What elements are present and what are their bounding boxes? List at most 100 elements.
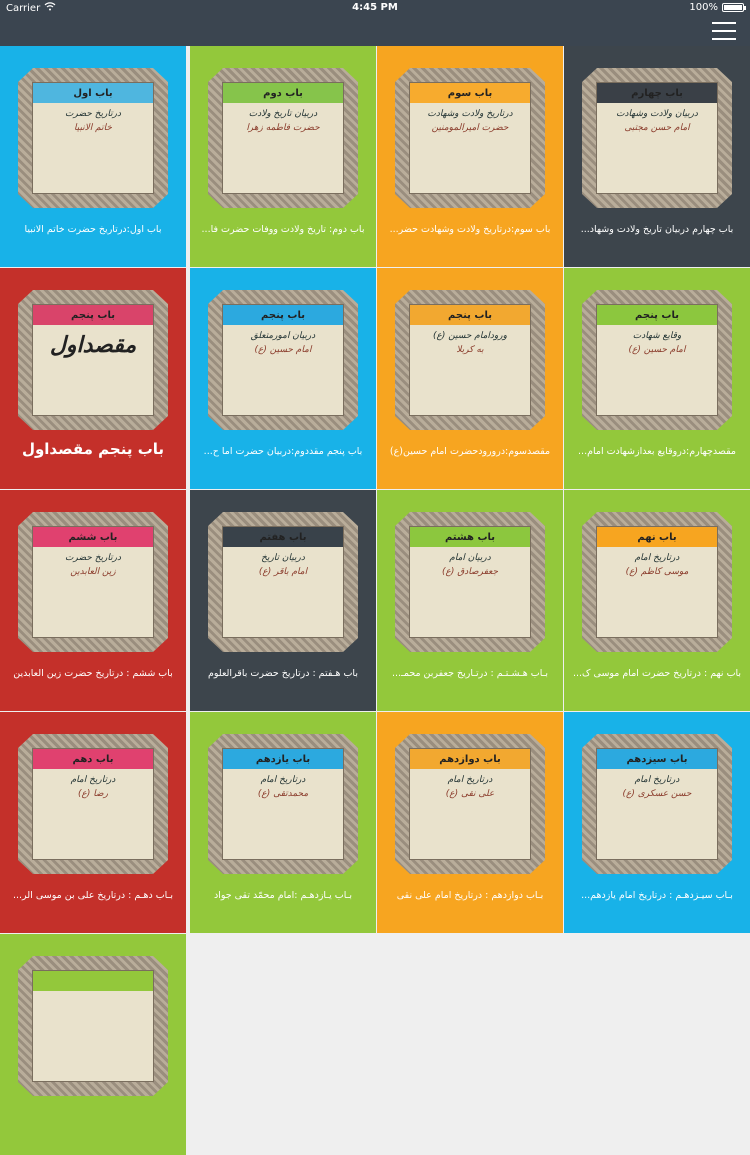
- chapter-caption: باب نهم : درتاریخ حضرت امام موسی ک...: [572, 668, 742, 679]
- chapter-line-1: درتاریخ امام: [70, 775, 116, 785]
- chapter-tile[interactable]: باب سیزدهم درتاریخ امام حسن عسکری (ع) بـاب …: [564, 712, 750, 933]
- frame-card: باب هفتم دربیان تاریخ امام باقر (ع): [222, 526, 344, 638]
- frame-card: باب پنجم وقایع شهادت امام حسین (ع): [596, 304, 718, 416]
- chapter-caption: باب هـفتم : درتاریخ حضرت باقرالعلوم: [208, 668, 358, 679]
- chapter-line-2: علی نقی (ع): [445, 789, 495, 799]
- chapter-tile[interactable]: باب ششم درتاریخ حضرت زین العابدین باب ششم :…: [0, 490, 186, 711]
- chapter-card-text: ورودامام حسین (ع) به کربلا: [410, 325, 530, 361]
- chapter-caption: باب چهارم دربیان تاریخ ولادت وشهاد...: [580, 224, 734, 235]
- ornate-frame-image: باب نهم درتاریخ امام موسی کاظم (ع): [582, 512, 732, 652]
- status-right: 100%: [689, 2, 746, 13]
- chapter-caption: بـاب سیـزدهـم : درتاریخ امام یازدهم...: [581, 890, 733, 901]
- frame-card: باب یازدهم درتاریخ امام محمدتقی (ع): [222, 748, 344, 860]
- chapter-card-text: درتاریخ امام حسن عسکری (ع): [597, 769, 717, 805]
- chapter-line-1: درتاریخ حضرت: [65, 553, 121, 563]
- ornate-frame-image: باب هشتم دربیان امام جعفرصادق (ع): [395, 512, 545, 652]
- chapter-banner: باب دوازدهم: [410, 749, 530, 769]
- chapter-caption: باب پنجم مقصداول: [21, 440, 165, 458]
- chapter-tile[interactable]: باب اول درتاریخ حضرت خاتم الانبیا باب اول:د…: [0, 46, 186, 267]
- chapter-card-text: مقصداول: [33, 325, 153, 357]
- chapter-banner: باب پنجم: [410, 305, 530, 325]
- chapter-tile[interactable]: باب پنجم دربیان امورمتعلق امام حسین (ع) باب…: [190, 268, 376, 489]
- chapter-line-2: زین العابدین: [70, 567, 116, 577]
- chapter-card-text: درتاریخ حضرت خاتم الانبیا: [33, 103, 153, 139]
- chapter-card-text: درتاریخ ولادت وشهادت حضرت امیرالمومنین: [410, 103, 530, 139]
- chapter-line-2: امام حسن مجتبی: [624, 123, 690, 133]
- ornate-frame-image: باب سوم درتاریخ ولادت وشهادت حضرت امیرالمو…: [395, 68, 545, 208]
- chapter-banner: باب یازدهم: [223, 749, 343, 769]
- ornate-frame-image: باب دهم درتاریخ امام رضا (ع): [18, 734, 168, 874]
- chapter-tile[interactable]: باب پنجم ورودامام حسین (ع) به کربلا مقصدسوم…: [377, 268, 563, 489]
- chapter-banner: [33, 971, 153, 991]
- chapter-caption: باب اول:درتاریخ حضرت خاتم الانبیا: [24, 224, 162, 235]
- chapter-tile[interactable]: باب دوازدهم درتاریخ امام علی نقی (ع) بـاب د…: [377, 712, 563, 933]
- frame-card: باب چهارم دربیان ولادت وشهادت امام حسن مجت…: [596, 82, 718, 194]
- chapter-tile[interactable]: باب یازدهم درتاریخ امام محمدتقی (ع) بـاب یـ…: [190, 712, 376, 933]
- chapter-line-2: جعفرصادق (ع): [441, 567, 499, 577]
- chapter-line-2: محمدتقی (ع): [257, 789, 309, 799]
- chapter-banner: باب پنجم: [597, 305, 717, 325]
- chapter-line-2: حضرت امیرالمومنین: [431, 123, 509, 133]
- battery-percent: 100%: [689, 2, 718, 13]
- chapter-caption: باب پنجم مقددوم:دربیان حضرت اما ح...: [203, 446, 363, 457]
- chapter-banner: باب نهم: [597, 527, 717, 547]
- ornate-frame-image: باب دوازدهم درتاریخ امام علی نقی (ع): [395, 734, 545, 874]
- chapter-tile[interactable]: باب دهم درتاریخ امام رضا (ع) بـاب دهـم : در…: [0, 712, 186, 933]
- chapter-line-2: حضرت فاطمه زهرا: [246, 123, 320, 133]
- top-navbar: [0, 16, 750, 46]
- ornate-frame-image: باب سیزدهم درتاریخ امام حسن عسکری (ع): [582, 734, 732, 874]
- ornate-frame-image: باب چهارم دربیان ولادت وشهادت امام حسن مجت…: [582, 68, 732, 208]
- chapter-card-text: دربیان امورمتعلق امام حسین (ع): [223, 325, 343, 361]
- frame-card: باب پنجم دربیان امورمتعلق امام حسین (ع): [222, 304, 344, 416]
- chapter-banner: باب دوم: [223, 83, 343, 103]
- chapter-line-1: دربیان امورمتعلق: [250, 331, 316, 341]
- chapter-tile[interactable]: باب دوم دربیان تاریخ ولادت حضرت فاطمه زهرا…: [190, 46, 376, 267]
- chapter-caption: باب دوم: تاریخ ولادت ووفات حضرت فا...: [201, 224, 365, 235]
- hamburger-menu-button[interactable]: [712, 22, 736, 40]
- battery-icon: [722, 3, 746, 12]
- chapter-card-text: درتاریخ حضرت زین العابدین: [33, 547, 153, 583]
- chapter-card-text: درتاریخ امام موسی کاظم (ع): [597, 547, 717, 583]
- chapter-line-2: رضا (ع): [78, 789, 108, 799]
- frame-card: باب دوم دربیان تاریخ ولادت حضرت فاطمه زهرا: [222, 82, 344, 194]
- chapter-line-1: ورودامام حسین (ع): [433, 331, 507, 341]
- chapter-card-text: دربیان امام جعفرصادق (ع): [410, 547, 530, 583]
- chapter-line-1: درتاریخ امام: [634, 775, 680, 785]
- chapter-banner: باب سیزدهم: [597, 749, 717, 769]
- frame-card: باب پنجم ورودامام حسین (ع) به کربلا: [409, 304, 531, 416]
- chapter-tile[interactable]: باب هفتم دربیان تاریخ امام باقر (ع) باب هـف…: [190, 490, 376, 711]
- chapter-tile[interactable]: [0, 934, 186, 1155]
- chapter-line-1: دربیان تاریخ: [261, 553, 305, 563]
- chapter-card-text: درتاریخ امام محمدتقی (ع): [223, 769, 343, 805]
- chapter-card-text: دربیان تاریخ ولادت حضرت فاطمه زهرا: [223, 103, 343, 139]
- frame-card: باب دوازدهم درتاریخ امام علی نقی (ع): [409, 748, 531, 860]
- chapter-line-2: به کربلا: [456, 345, 484, 355]
- chapter-card-text: وقایع شهادت امام حسین (ع): [597, 325, 717, 361]
- ornate-frame-image: [18, 956, 168, 1096]
- chapter-banner: باب اول: [33, 83, 153, 103]
- frame-card: باب ششم درتاریخ حضرت زین العابدین: [32, 526, 154, 638]
- chapter-tile[interactable]: باب هشتم دربیان امام جعفرصادق (ع) بـاب هـشـ…: [377, 490, 563, 711]
- frame-card: باب اول درتاریخ حضرت خاتم الانبیا: [32, 82, 154, 194]
- chapter-tile[interactable]: باب نهم درتاریخ امام موسی کاظم (ع) باب نهم …: [564, 490, 750, 711]
- frame-card: باب نهم درتاریخ امام موسی کاظم (ع): [596, 526, 718, 638]
- chapter-tile[interactable]: باب سوم درتاریخ ولادت وشهادت حضرت امیرالمو…: [377, 46, 563, 267]
- chapter-caption: بـاب هـشـتـم : درتـاریخ جعفربن محمـ...: [391, 668, 549, 679]
- status-bar: Carrier 4:45 PM 100%: [0, 0, 750, 16]
- chapter-tile[interactable]: باب پنجم وقایع شهادت امام حسین (ع) مقصدچهار…: [564, 268, 750, 489]
- chapter-card-text: دربیان تاریخ امام باقر (ع): [223, 547, 343, 583]
- chapter-line-1: وقایع شهادت: [632, 331, 682, 341]
- chapter-banner: باب پنجم: [223, 305, 343, 325]
- ornate-frame-image: باب هفتم دربیان تاریخ امام باقر (ع): [208, 512, 358, 652]
- status-time: 4:45 PM: [352, 2, 398, 13]
- chapter-tile[interactable]: باب چهارم دربیان ولادت وشهادت امام حسن مجت…: [564, 46, 750, 267]
- chapter-line-1: درتاریخ ولادت وشهادت: [427, 109, 513, 119]
- ornate-frame-image: باب دوم دربیان تاریخ ولادت حضرت فاطمه زهرا: [208, 68, 358, 208]
- chapter-caption: بـاب دهـم : درتاریخ علی بن موسی الر...: [13, 890, 173, 901]
- chapter-banner: باب دهم: [33, 749, 153, 769]
- chapter-tile[interactable]: باب پنجم مقصداول باب پنجم مقصداول: [0, 268, 186, 489]
- frame-card: باب سیزدهم درتاریخ امام حسن عسکری (ع): [596, 748, 718, 860]
- chapter-banner: باب ششم: [33, 527, 153, 547]
- chapter-line-2: موسی کاظم (ع): [625, 567, 689, 577]
- chapter-line-1: دربیان تاریخ ولادت: [248, 109, 318, 119]
